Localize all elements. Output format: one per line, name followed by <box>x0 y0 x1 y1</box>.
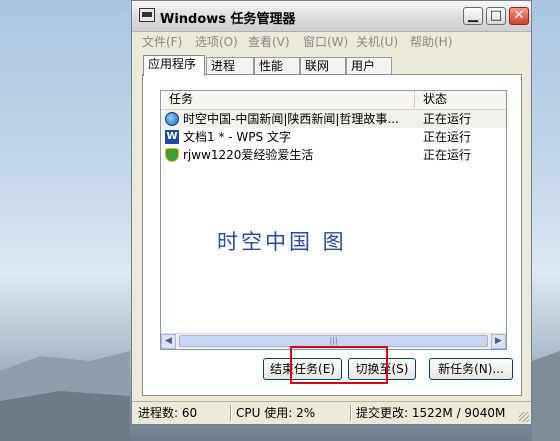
certificate-icon <box>165 148 179 162</box>
minimize-icon: ▁ <box>468 8 478 23</box>
status-bar: 进程数: 60 CPU 使用: 2% 提交更改: 1522M / 9040M <box>132 401 531 424</box>
task-status: 正在运行 <box>423 112 472 126</box>
tab-applications[interactable]: 应用程序 <box>143 55 205 76</box>
scroll-left-button[interactable]: ◀ <box>161 334 176 349</box>
tab-processes[interactable]: 进程 <box>206 57 254 75</box>
menu-view[interactable]: 查看(V) <box>248 33 290 50</box>
tab-networking[interactable]: 联网 <box>300 57 346 75</box>
wps-icon: W <box>165 130 179 144</box>
window-title: Windows 任务管理器 <box>160 12 296 27</box>
menu-bar: 文件(F) 选项(O) 查看(V) 窗口(W) 关机(U) 帮助(H) <box>132 31 531 51</box>
cpu-usage: CPU 使用: 2% <box>231 405 343 421</box>
chevron-left-icon: ◀ <box>165 336 172 346</box>
process-count: 进程数: 60 <box>138 406 198 420</box>
task-list[interactable]: 任务 状态 时空中国-中国新闻|陕西新闻|哲理故事... 正在运行 W 文档1 … <box>160 90 507 350</box>
task-status: 正在运行 <box>423 148 472 162</box>
column-header-status[interactable]: 状态 <box>415 91 506 108</box>
task-name: 文档1 * - WPS 文字 <box>183 130 291 144</box>
watermark-text: 时空中国 图 <box>217 230 347 254</box>
grip-icon: ||| <box>329 336 338 345</box>
tab-performance[interactable]: 性能 <box>254 57 300 75</box>
red-highlight-box <box>290 346 388 384</box>
task-name: 时空中国-中国新闻|陕西新闻|哲理故事... <box>183 112 399 126</box>
list-item[interactable]: 时空中国-中国新闻|陕西新闻|哲理故事... 正在运行 <box>161 110 506 128</box>
close-icon: ✕ <box>513 8 525 23</box>
tab-users[interactable]: 用户 <box>346 57 392 75</box>
menu-options[interactable]: 选项(O) <box>195 33 238 50</box>
globe-icon <box>165 112 179 126</box>
commit-charge: 提交更改: 1522M / 9040M <box>351 405 516 421</box>
list-item[interactable]: W 文档1 * - WPS 文字 正在运行 <box>161 128 506 146</box>
menu-help[interactable]: 帮助(H) <box>410 33 452 50</box>
task-name: rjww1220爱经验爱生活 <box>183 148 314 162</box>
column-header-task[interactable]: 任务 <box>161 91 415 108</box>
list-item[interactable]: rjww1220爱经验爱生活 正在运行 <box>161 146 506 164</box>
maximize-button[interactable]: □ <box>486 7 506 25</box>
menu-window[interactable]: 窗口(W) <box>303 33 348 50</box>
chevron-right-icon: ▶ <box>495 336 502 346</box>
title-bar[interactable]: Windows 任务管理器 ▁ □ ✕ <box>132 1 531 32</box>
scroll-right-button[interactable]: ▶ <box>491 334 506 349</box>
maximize-icon: □ <box>489 8 503 23</box>
minimize-button[interactable]: ▁ <box>463 7 483 25</box>
monitor-icon <box>139 8 155 22</box>
menu-shutdown[interactable]: 关机(U) <box>356 33 398 50</box>
new-task-button[interactable]: 新任务(N)... <box>429 358 513 380</box>
resize-grip-icon[interactable] <box>519 412 529 422</box>
close-button[interactable]: ✕ <box>509 7 529 25</box>
menu-file[interactable]: 文件(F) <box>142 33 182 50</box>
list-header: 任务 状态 <box>161 91 506 110</box>
task-status: 正在运行 <box>423 130 472 144</box>
